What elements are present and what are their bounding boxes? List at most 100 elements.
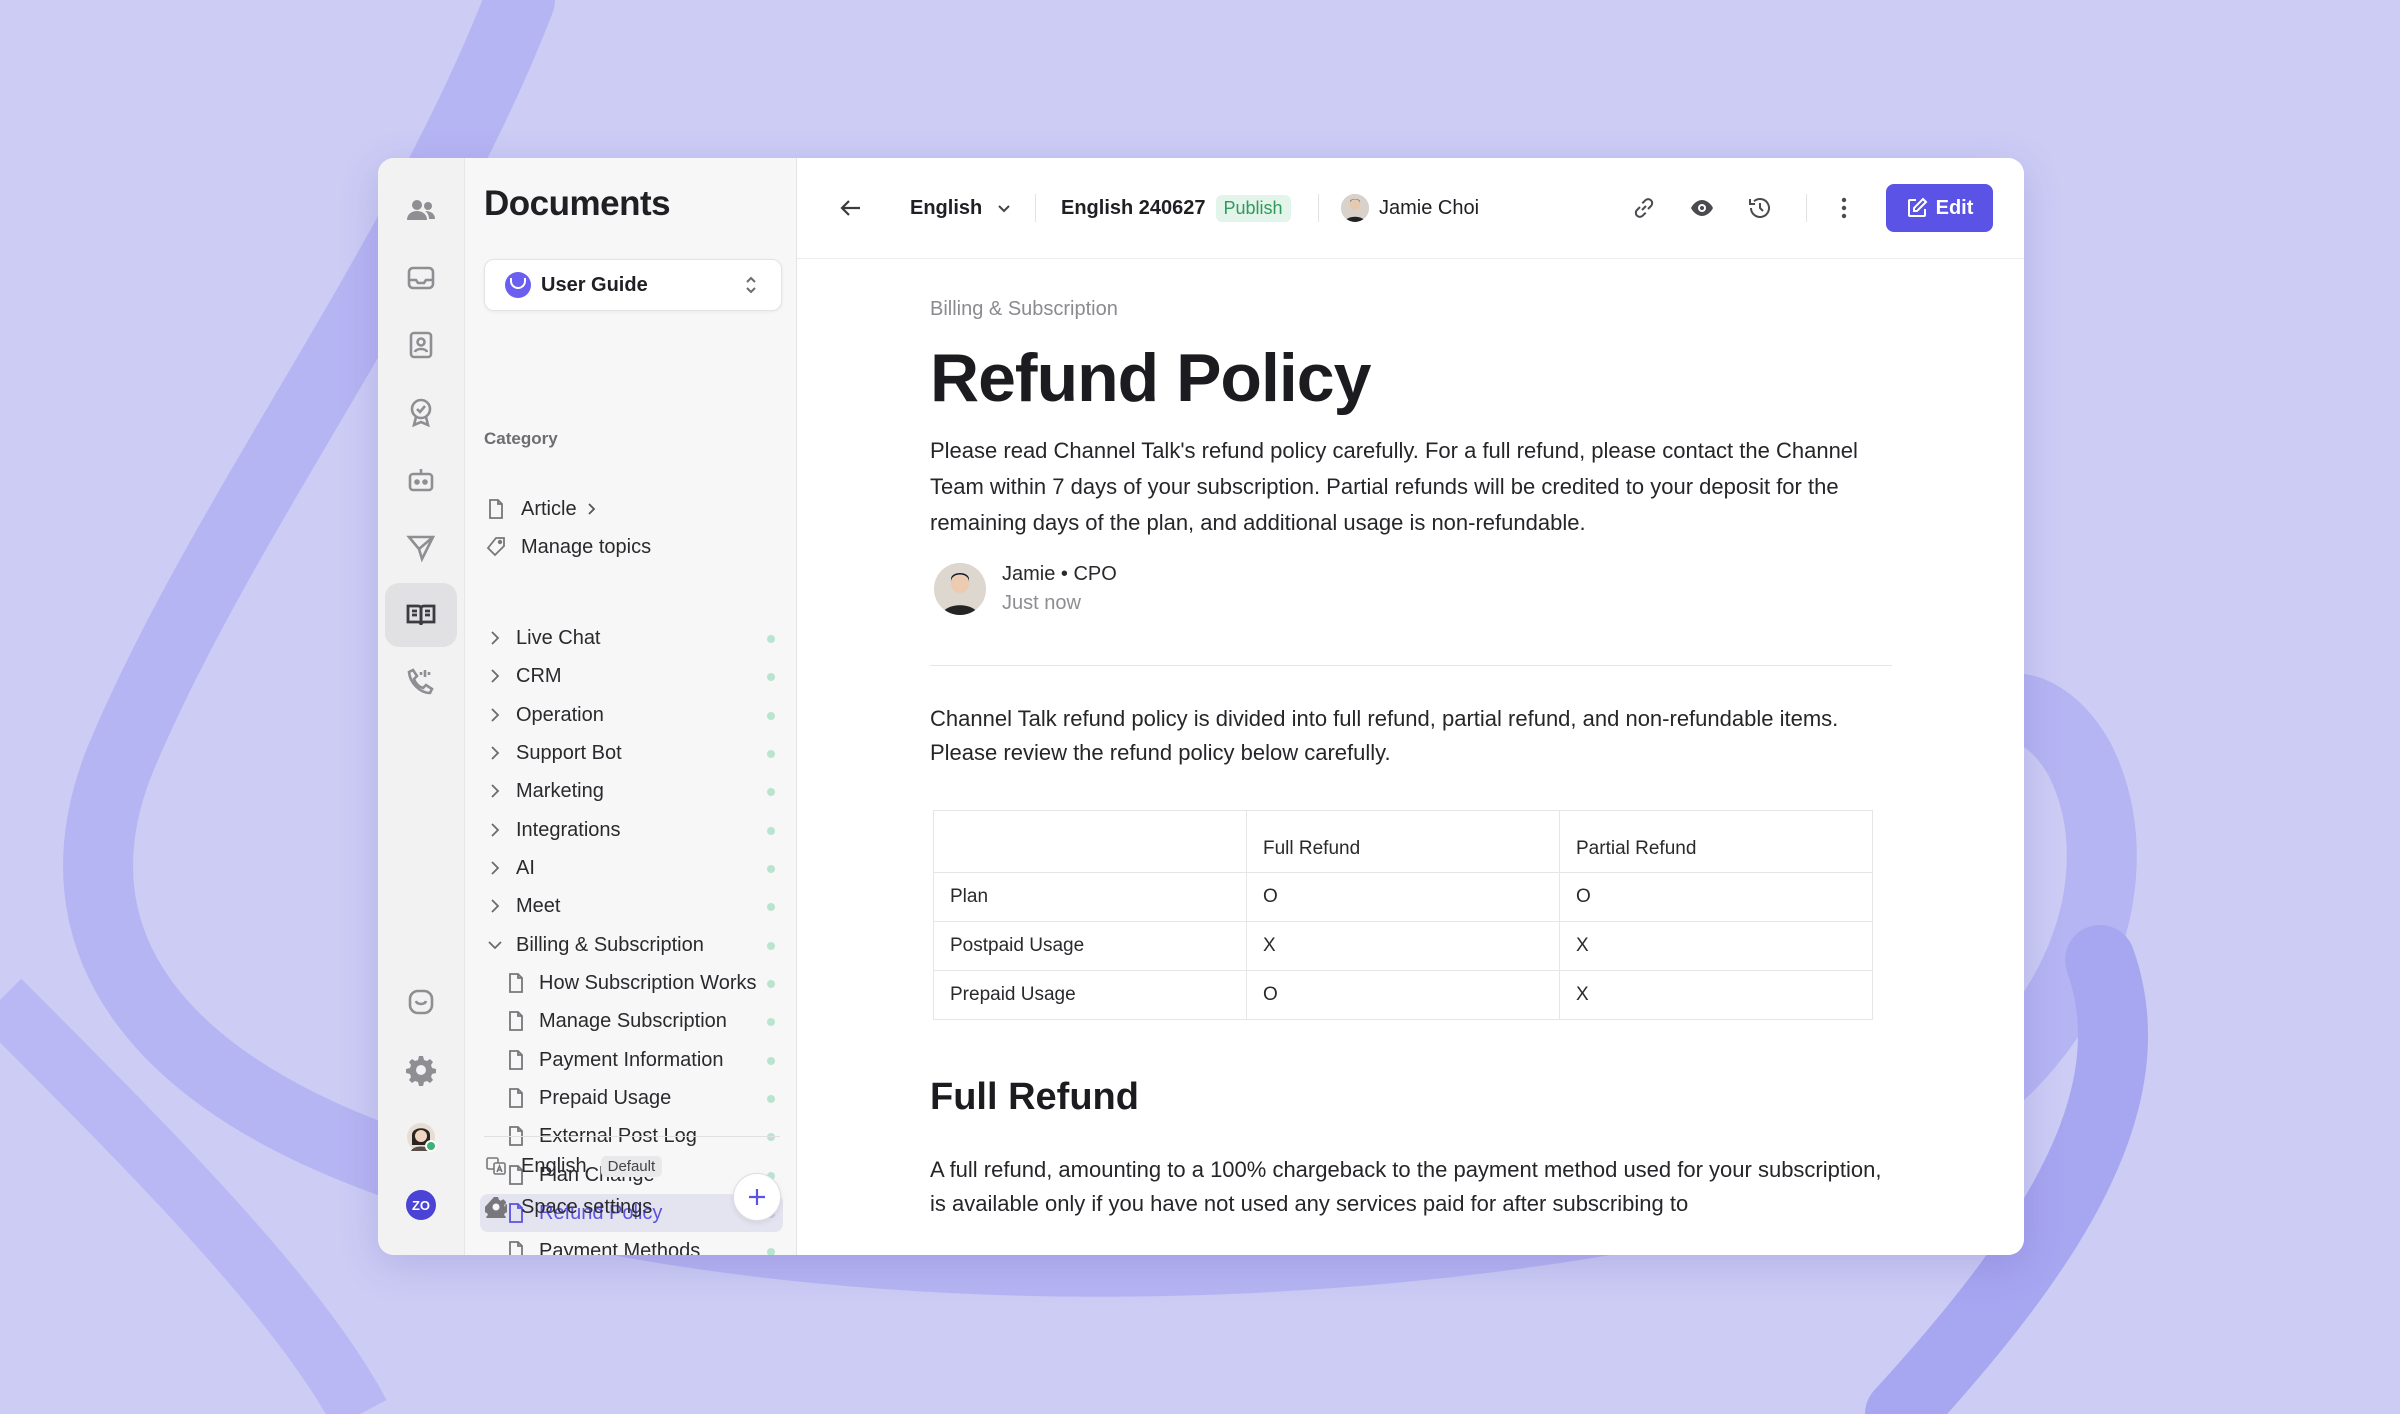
default-badge: Default <box>600 1155 663 1177</box>
article-label: Prepaid Usage <box>539 1086 672 1109</box>
chevron-down-icon <box>998 205 1010 213</box>
category-label: Marketing <box>516 779 604 802</box>
table-cell: X <box>1246 921 1560 971</box>
category-item-expanded[interactable]: Billing & Subscription <box>480 926 783 964</box>
status-dot <box>767 1018 775 1026</box>
send-icon[interactable] <box>385 515 457 579</box>
sidebar-article[interactable]: Article <box>480 490 783 528</box>
table-cell: Plan <box>933 872 1247 922</box>
article-label: How Subscription Works <box>539 971 757 994</box>
category-item[interactable]: Meet <box>480 887 783 925</box>
article-item[interactable]: Prepaid Usage <box>480 1079 783 1117</box>
chevron-right-icon <box>484 819 506 841</box>
space-selector[interactable]: User Guide <box>484 259 782 311</box>
chevron-right-icon <box>484 742 506 764</box>
documents-icon[interactable] <box>385 583 457 647</box>
table-cell: X <box>1559 970 1873 1020</box>
app-window: ZO Documents User Guide Article Manage t… <box>378 158 2024 1255</box>
sidebar-manage-topics[interactable]: Manage topics <box>480 528 783 566</box>
toolbar-separator <box>1035 194 1036 222</box>
eye-icon <box>1691 200 1713 216</box>
workspace-logo[interactable]: ZO <box>385 1173 457 1237</box>
divider <box>930 665 1892 666</box>
category-item[interactable]: CRM <box>480 657 783 695</box>
chevron-right-icon <box>484 780 506 802</box>
tag-icon <box>485 536 507 558</box>
intro-paragraph: Channel Talk refund policy is divided in… <box>930 706 1839 765</box>
table-header-cell: Full Refund <box>1246 810 1560 873</box>
chevron-updown-icon <box>746 276 756 294</box>
table-cell: O <box>1246 970 1560 1020</box>
edit-label: Edit <box>1935 196 1974 219</box>
edit-icon <box>1907 197 1928 217</box>
status-dot <box>767 1057 775 1065</box>
language-setting[interactable]: English Default <box>480 1147 783 1185</box>
table-row: Postpaid Usage X X <box>933 921 1873 971</box>
article-label: Article <box>521 497 577 520</box>
status-dot <box>767 942 775 950</box>
article-item[interactable]: How Subscription Works <box>480 964 783 1002</box>
phone-icon[interactable] <box>385 650 457 714</box>
document-icon <box>505 1010 527 1032</box>
category-label: Integrations <box>516 818 621 841</box>
status-dot <box>767 1095 775 1103</box>
category-item[interactable]: Support Bot <box>480 734 783 772</box>
status-dot <box>767 1248 775 1255</box>
article-body: Billing & Subscription Refund Policy Ple… <box>930 298 1895 1221</box>
author-avatar <box>1341 194 1369 222</box>
translate-icon <box>485 1155 507 1177</box>
back-button[interactable] <box>833 190 869 226</box>
document-toolbar: English English 240627 Publish Jamie Cho… <box>797 158 2024 259</box>
author-info[interactable]: Jamie Choi <box>1341 189 1479 227</box>
category-item[interactable]: Integrations <box>480 811 783 849</box>
author-name: Jamie Choi <box>1379 196 1480 219</box>
category-label: CRM <box>516 664 562 687</box>
table-header-cell <box>933 810 1247 873</box>
edit-button[interactable]: Edit <box>1886 184 1993 232</box>
article-item[interactable]: Payment Information <box>480 1041 783 1079</box>
status-dot <box>767 750 775 758</box>
document-icon <box>505 972 527 994</box>
user-avatar[interactable] <box>385 1105 457 1169</box>
svg-text:ZO: ZO <box>412 1198 430 1213</box>
breadcrumb[interactable]: Billing & Subscription <box>930 298 1895 321</box>
toolbar-separator <box>1806 194 1807 222</box>
copy-link-button[interactable] <box>1626 190 1662 226</box>
status-dot <box>767 712 775 720</box>
article-author: Jamie • CPO Just now <box>930 563 1895 615</box>
table-header-row: Full Refund Partial Refund <box>933 810 1873 873</box>
article-item[interactable]: Payment Methods <box>480 1232 783 1255</box>
status-dot <box>767 980 775 988</box>
more-options-button[interactable] <box>1826 190 1862 226</box>
manage-topics-label: Manage topics <box>521 535 652 558</box>
preview-button[interactable] <box>1684 190 1720 226</box>
team-chat-icon[interactable] <box>385 178 457 242</box>
channel-icon[interactable] <box>385 970 457 1034</box>
table-row: Prepaid Usage O X <box>933 970 1873 1020</box>
category-item[interactable]: Live Chat <box>480 619 783 657</box>
article-lead: Please read Channel Talk's refund policy… <box>930 438 1858 535</box>
add-button[interactable] <box>733 1173 781 1221</box>
language-value: English <box>910 196 983 219</box>
version-info: English 240627 Publish <box>1061 189 1291 227</box>
settings-icon[interactable] <box>385 1038 457 1102</box>
article-item[interactable]: Manage Subscription <box>480 1002 783 1040</box>
bot-icon[interactable] <box>385 448 457 512</box>
publish-status-badge: Publish <box>1215 194 1291 222</box>
chevron-right-icon <box>484 857 506 879</box>
status-dot <box>767 903 775 911</box>
document-icon <box>505 1087 527 1109</box>
history-icon <box>1749 198 1770 218</box>
language-dropdown[interactable]: English <box>910 189 1012 227</box>
status-dot <box>767 635 775 643</box>
category-item[interactable]: Marketing <box>480 772 783 810</box>
history-button[interactable] <box>1742 190 1778 226</box>
status-dot <box>767 788 775 796</box>
category-item[interactable]: AI <box>480 849 783 887</box>
inbox-icon[interactable] <box>385 246 457 310</box>
badge-icon[interactable] <box>385 380 457 444</box>
contacts-icon[interactable] <box>385 313 457 377</box>
category-item[interactable]: Operation <box>480 696 783 734</box>
space-name: User Guide <box>541 273 648 296</box>
plus-icon <box>749 1189 765 1205</box>
